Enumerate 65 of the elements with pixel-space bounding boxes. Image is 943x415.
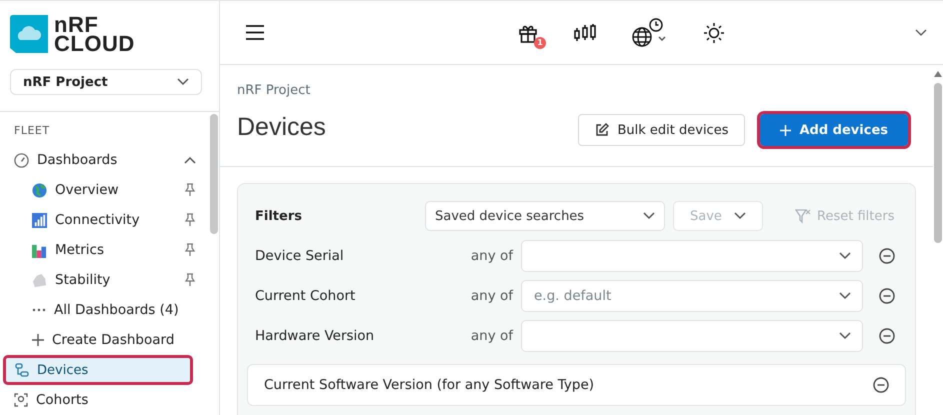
group-icon xyxy=(14,393,28,407)
globe-icon xyxy=(32,182,47,198)
filter-input[interactable] xyxy=(521,240,863,272)
add-button[interactable]: Add devices xyxy=(760,114,908,146)
sidebar-item[interactable]: Metrics xyxy=(0,235,210,265)
sidebar-item[interactable]: Dashboards xyxy=(0,145,210,175)
sidebar-item[interactable]: Stability xyxy=(0,265,210,295)
page-title: Devices xyxy=(237,112,326,142)
edit-icon xyxy=(595,123,610,137)
section-heading: FLEET xyxy=(13,124,51,139)
chevron-down-icon[interactable] xyxy=(915,28,927,36)
candlestick-chart-icon[interactable] xyxy=(574,22,596,42)
sidebar-item[interactable]: All Dashboards (4) xyxy=(0,295,210,325)
ellipsis-icon xyxy=(32,308,46,312)
filters-heading: Filters xyxy=(255,208,303,224)
scrollbar-thumb[interactable] xyxy=(210,114,218,234)
sidebar-item[interactable]: Overview xyxy=(0,175,210,205)
filter-input[interactable] xyxy=(521,320,863,352)
sidebar-item[interactable]: Cohorts xyxy=(0,385,210,415)
sun-icon[interactable] xyxy=(704,22,724,42)
bar-chart-icon xyxy=(32,242,47,258)
project-selector[interactable]: nRF Project xyxy=(10,69,202,95)
chevron-down-icon xyxy=(643,212,655,220)
rock-icon xyxy=(32,272,47,288)
menu-icon[interactable] xyxy=(246,25,264,40)
logo-text: nRF CLOUD xyxy=(54,15,135,53)
chevron-up-icon xyxy=(184,156,196,164)
remove-icon[interactable] xyxy=(879,328,895,344)
pin-icon[interactable] xyxy=(184,273,196,287)
globe-clock-icon[interactable] xyxy=(632,18,668,48)
chevron-down-icon xyxy=(839,292,851,300)
chevron-down-icon xyxy=(177,78,189,86)
sidebar-item[interactable]: Connectivity xyxy=(0,205,210,235)
plus-icon xyxy=(32,334,44,346)
remove-icon[interactable] xyxy=(879,288,895,304)
operator-label: any of xyxy=(470,248,513,264)
scroll-up-icon[interactable] xyxy=(934,71,942,77)
plus-icon xyxy=(780,124,792,136)
filter-label: Device Serial xyxy=(255,248,345,264)
sidebar-item[interactable]: Devices xyxy=(3,355,193,385)
gauge-icon xyxy=(14,152,29,168)
chevron-down-icon xyxy=(734,212,746,220)
scrollbar-thumb[interactable] xyxy=(934,83,942,243)
chevron-down-icon xyxy=(839,332,851,340)
operator-label: any of xyxy=(470,328,513,344)
cloud-logo-icon xyxy=(10,15,48,53)
filter-label: Hardware Version xyxy=(255,328,376,344)
remove-icon[interactable] xyxy=(879,248,895,264)
pin-icon[interactable] xyxy=(184,183,196,197)
filter-label: Current Cohort xyxy=(255,288,356,304)
sidebar-item[interactable]: Create Dashboard xyxy=(0,325,210,355)
pin-icon[interactable] xyxy=(184,243,196,257)
pin-icon[interactable] xyxy=(184,213,196,227)
remove-icon[interactable] xyxy=(873,377,889,393)
filter-group-title: Current Software Version (for any Software Type) xyxy=(264,377,594,393)
breadcrumb[interactable]: nRF Project xyxy=(237,83,908,98)
operator-label: any of xyxy=(470,288,513,304)
edit-button[interactable]: Bulk edit devices xyxy=(578,114,746,146)
signal-bars-icon xyxy=(32,212,47,228)
saved-searches-dropdown[interactable]: Saved device searches xyxy=(425,201,665,231)
nodes-icon xyxy=(15,363,29,377)
chevron-down-icon xyxy=(839,252,851,260)
filter-clear-icon xyxy=(795,208,811,224)
filter-input[interactable]: e.g. default xyxy=(521,280,863,312)
notification-badge: 1 xyxy=(534,36,546,48)
